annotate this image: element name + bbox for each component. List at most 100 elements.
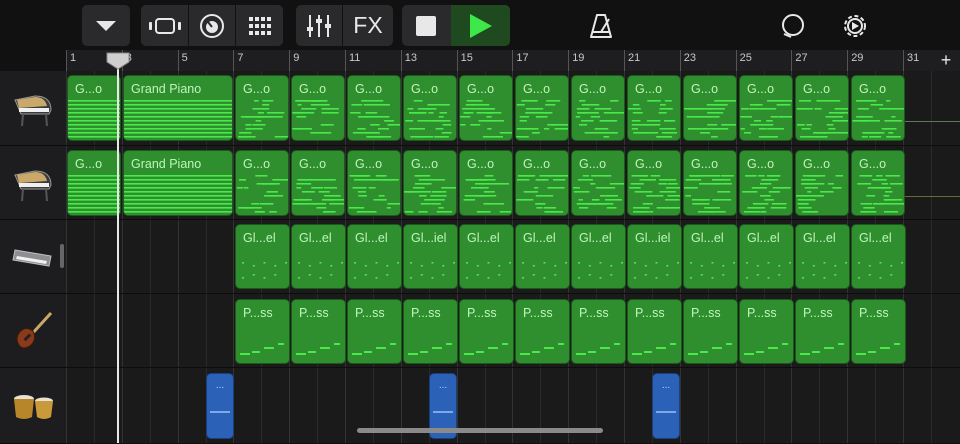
track-region[interactable]: G...o: [795, 75, 849, 141]
track-region[interactable]: G...o: [515, 150, 569, 216]
track-region[interactable]: G...o: [67, 75, 121, 141]
metronome-icon: [590, 13, 612, 38]
track-region[interactable]: G...o: [291, 150, 345, 216]
track-region[interactable]: G...o: [627, 150, 681, 216]
track-region[interactable]: Gl...el: [683, 224, 738, 289]
track-region[interactable]: Grand Piano: [123, 150, 233, 216]
track-region[interactable]: G...o: [851, 150, 905, 216]
track-region[interactable]: P...ss: [515, 299, 570, 364]
drum-region[interactable]: ...: [206, 373, 234, 439]
ruler-tick: [456, 50, 458, 71]
smart-controls-button[interactable]: [189, 5, 235, 46]
tracks-view-button[interactable]: [141, 5, 188, 46]
track-region[interactable]: P...ss: [795, 299, 850, 364]
track-region[interactable]: G...o: [459, 75, 513, 141]
settings-button[interactable]: [838, 5, 872, 46]
track-region[interactable]: G...o: [347, 75, 401, 141]
ruler-bar-label: 15: [460, 52, 473, 64]
instrument-grid-button[interactable]: [236, 5, 283, 46]
region-name: Gl...el: [803, 231, 836, 245]
track-region[interactable]: G...o: [291, 75, 345, 141]
track-header-bass[interactable]: [0, 294, 66, 368]
track-region[interactable]: G...o: [739, 75, 793, 141]
track-region[interactable]: G...o: [627, 75, 681, 141]
play-button[interactable]: [451, 5, 510, 46]
midi-notes: [796, 100, 848, 138]
region-name: Gl...el: [467, 231, 500, 245]
metronome-button[interactable]: [584, 5, 618, 46]
track-region[interactable]: G...o: [67, 150, 121, 216]
track-region[interactable]: G...o: [403, 75, 457, 141]
track-region[interactable]: G...o: [795, 150, 849, 216]
chevron-down-button[interactable]: [82, 5, 130, 46]
track-header-drums[interactable]: [0, 368, 66, 444]
loop-browser-button[interactable]: [776, 5, 810, 46]
drum-pattern-line: [210, 411, 230, 413]
region-name: P...ss: [355, 306, 385, 320]
midi-notes: [744, 343, 788, 355]
track-region[interactable]: P...ss: [235, 299, 290, 364]
track-region[interactable]: P...ss: [571, 299, 626, 364]
track-header-piano-2[interactable]: [0, 146, 66, 220]
region-name: Gl...el: [355, 231, 388, 245]
track-region[interactable]: G...o: [571, 150, 625, 216]
track-region[interactable]: P...ss: [347, 299, 402, 364]
track-region[interactable]: P...ss: [683, 299, 738, 364]
track-region[interactable]: G...o: [235, 75, 289, 141]
track-region[interactable]: Gl...el: [347, 224, 402, 289]
playhead-handle-icon[interactable]: [106, 52, 130, 70]
track-region[interactable]: Gl...el: [291, 224, 346, 289]
track-region[interactable]: Gl...el: [459, 224, 514, 289]
track-region[interactable]: G...o: [403, 150, 457, 216]
track-region[interactable]: P...ss: [627, 299, 682, 364]
track-region[interactable]: Gl...el: [235, 224, 290, 289]
region-name: ...: [661, 380, 671, 391]
track-region[interactable]: G...o: [571, 75, 625, 141]
track-region[interactable]: Gl...iel: [627, 224, 682, 289]
track-region[interactable]: G...o: [683, 150, 737, 216]
track-region[interactable]: Gl...el: [795, 224, 850, 289]
track-header-piano-1[interactable]: [0, 71, 66, 146]
mixer-button[interactable]: [296, 5, 342, 46]
track-region[interactable]: Gl...el: [851, 224, 906, 289]
track-region[interactable]: G...o: [683, 75, 737, 141]
track-region[interactable]: G...o: [347, 150, 401, 216]
tracks-area[interactable]: G...o Grand Piano G...o G...o G...o G...o G...…: [66, 71, 960, 443]
region-name: Gl...iel: [635, 231, 671, 245]
track-region[interactable]: Gl...iel: [403, 224, 458, 289]
track-region[interactable]: G...o: [459, 150, 513, 216]
ruler-tick: [233, 50, 235, 71]
ruler-tick: [400, 50, 402, 71]
track-resize-handle[interactable]: [60, 244, 64, 268]
track-region[interactable]: G...o: [739, 150, 793, 216]
ruler-bar-label: 23: [683, 52, 697, 64]
track-region[interactable]: G...o: [851, 75, 905, 141]
stop-button[interactable]: [402, 5, 450, 46]
track-region[interactable]: G...o: [235, 150, 289, 216]
track-region[interactable]: Gl...el: [571, 224, 626, 289]
track-region[interactable]: P...ss: [291, 299, 346, 364]
sliders-icon: [307, 14, 331, 37]
track-region[interactable]: Gl...el: [739, 224, 794, 289]
drum-region[interactable]: ...: [652, 373, 680, 439]
track-region[interactable]: P...ss: [459, 299, 514, 364]
midi-notes: [410, 262, 455, 279]
fx-button[interactable]: FX: [343, 5, 393, 46]
track-region[interactable]: P...ss: [851, 299, 906, 364]
region-name: Gl...el: [243, 231, 276, 245]
ruler-bar-label: 7: [237, 52, 244, 64]
track-region[interactable]: Gl...el: [515, 224, 570, 289]
ruler-tick: [177, 50, 179, 71]
home-indicator[interactable]: [357, 428, 603, 433]
add-section-button[interactable]: +: [932, 50, 960, 71]
track-region[interactable]: Grand Piano: [123, 75, 233, 141]
track-region[interactable]: G...o: [515, 75, 569, 141]
track-header-keyboard[interactable]: [0, 220, 66, 294]
midi-notes: [464, 343, 508, 355]
midi-notes: [124, 100, 232, 138]
track-region[interactable]: P...ss: [403, 299, 458, 364]
ruler-tick: [847, 50, 849, 71]
timeline-ruler[interactable]: 135791113151719212325272931: [66, 50, 932, 71]
playhead[interactable]: [117, 56, 119, 443]
track-region[interactable]: P...ss: [739, 299, 794, 364]
